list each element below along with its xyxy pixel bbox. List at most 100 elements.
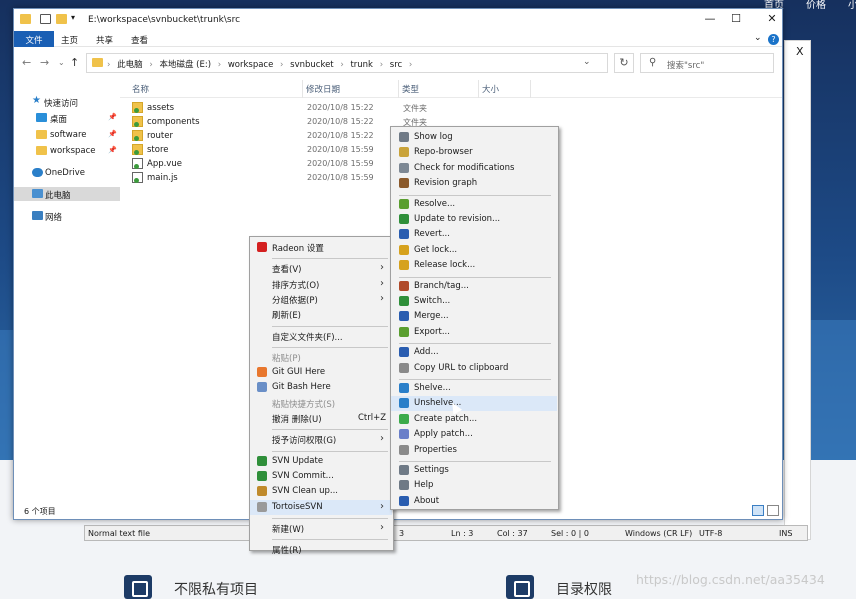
menu-item-svn-update[interactable]: SVN Update	[250, 454, 392, 469]
column-divider[interactable]	[398, 80, 399, 98]
menu-item-g[interactable]: 授予访问权限(G) ›	[250, 432, 392, 447]
table-row[interactable]: assets 2020/10/8 15:22 文件夹	[120, 101, 782, 115]
menu-item-apply-patch[interactable]: Apply patch...	[391, 427, 557, 442]
menu-item-about[interactable]: About	[391, 494, 557, 509]
chevron-right-icon: ›	[380, 521, 384, 533]
nav-item-this-pc[interactable]: 此电脑	[14, 187, 120, 201]
menu-item-revision-graph[interactable]: Revision graph	[391, 176, 557, 191]
menu-item-merge[interactable]: Merge...	[391, 309, 557, 324]
menu-item-git-bash-here[interactable]: Git Bash Here	[250, 380, 392, 395]
menu-item-settings[interactable]: Settings	[391, 463, 557, 478]
nav-link-pricing[interactable]: 价格	[806, 0, 826, 11]
menu-item-svn-commit[interactable]: SVN Commit...	[250, 469, 392, 484]
menu-item-o[interactable]: 排序方式(O) ›	[250, 277, 392, 292]
menu-item-f[interactable]: 自定义文件夹(F)...	[250, 329, 392, 344]
nav-item-software[interactable]: software 📌	[14, 128, 120, 142]
menu-item-export[interactable]: Export...	[391, 325, 557, 340]
tab-view[interactable]: 查看	[131, 34, 148, 46]
breadcrumb-drive[interactable]: 本地磁盘 (E:)	[159, 60, 211, 70]
menu-item-branch-tag[interactable]: Branch/tag...	[391, 279, 557, 294]
column-divider[interactable]	[530, 80, 531, 98]
breadcrumb-src[interactable]: src	[390, 60, 402, 70]
menu-item-unshelve[interactable]: Unshelve...	[391, 396, 557, 412]
customize-toolbar-icon[interactable]: ▾	[71, 13, 75, 22]
close-icon[interactable]: X	[796, 45, 804, 58]
nav-item-workspace[interactable]: workspace 📌	[14, 144, 120, 158]
help-icon[interactable]: ?	[768, 34, 779, 45]
tab-home[interactable]: 主页	[61, 34, 78, 46]
breadcrumb-this-pc[interactable]: 此电脑	[117, 60, 143, 70]
breadcrumb-separator-icon[interactable]: ›	[149, 60, 152, 70]
menu-item-label: Check for modifications	[414, 162, 515, 173]
breadcrumb-separator-icon[interactable]: ›	[107, 60, 110, 70]
menu-item-show-log[interactable]: Show log	[391, 130, 557, 145]
forward-arrow-icon[interactable]: →	[40, 56, 49, 69]
menu-item-w[interactable]: 新建(W) ›	[250, 521, 392, 536]
breadcrumb-separator-icon[interactable]: ›	[280, 60, 283, 70]
chevron-down-icon[interactable]: ⌄	[58, 58, 65, 67]
nav-link-more[interactable]: 小	[848, 0, 856, 11]
tab-file[interactable]: 文件	[14, 31, 54, 47]
column-size[interactable]: 大小	[482, 83, 499, 95]
menu-item-get-lock[interactable]: Get lock...	[391, 243, 557, 258]
menu-item-r[interactable]: 属性(R)	[250, 542, 392, 557]
large-icons-view-icon[interactable]	[767, 505, 779, 516]
close-icon[interactable]: ✕	[762, 12, 782, 25]
menu-item-resolve[interactable]: Resolve...	[391, 197, 557, 212]
menu-item-svn-clean-up[interactable]: SVN Clean up...	[250, 484, 392, 499]
maximize-icon[interactable]: ☐	[726, 12, 746, 25]
menu-item-update-to-revision[interactable]: Update to revision...	[391, 212, 557, 227]
menu-item-tortoisesvn[interactable]: TortoiseSVN ›	[250, 499, 392, 515]
menu-item-s[interactable]: 粘贴快捷方式(S)	[250, 396, 392, 411]
address-bar[interactable]: › 此电脑 › 本地磁盘 (E:) › workspace › svnbucke…	[86, 53, 608, 73]
menu-item-shelve[interactable]: Shelve...	[391, 381, 557, 396]
title-bar[interactable]: ▾ E:\workspace\svnbucket\trunk\src — ☐ ✕	[14, 9, 782, 31]
minimize-icon[interactable]: —	[700, 12, 720, 25]
chevron-down-icon[interactable]: ⌄	[583, 57, 591, 67]
new-folder-icon[interactable]	[56, 14, 67, 24]
menu-item-v[interactable]: 查看(V) ›	[250, 261, 392, 276]
column-date[interactable]: 修改日期	[306, 83, 340, 95]
menu-item-u[interactable]: 撤消 删除(U) Ctrl+Z	[250, 411, 392, 426]
menu-item-revert[interactable]: Revert...	[391, 227, 557, 242]
menu-item-create-patch[interactable]: Create patch...	[391, 412, 557, 427]
menu-item-help[interactable]: Help	[391, 478, 557, 493]
chevron-down-icon[interactable]: ⌄	[754, 33, 762, 43]
menu-item-p[interactable]: 分组依据(P) ›	[250, 292, 392, 307]
back-arrow-icon[interactable]: ←	[22, 56, 31, 69]
menu-item-add[interactable]: Add...	[391, 345, 557, 360]
column-type[interactable]: 类型	[402, 83, 419, 95]
nav-item-onedrive[interactable]: OneDrive	[14, 166, 120, 180]
menu-item-e[interactable]: 刷新(E)	[250, 307, 392, 322]
search-box[interactable]: ⚲ 搜索"src"	[640, 53, 774, 73]
breadcrumb-separator-icon[interactable]: ›	[409, 60, 412, 70]
menu-item-switch[interactable]: Switch...	[391, 294, 557, 309]
menu-item-repo-browser[interactable]: Repo-browser	[391, 145, 557, 160]
breadcrumb-trunk[interactable]: trunk	[350, 60, 373, 70]
column-divider[interactable]	[478, 80, 479, 98]
details-view-icon[interactable]	[752, 505, 764, 516]
menu-item-check-for-modifications[interactable]: Check for modifications	[391, 161, 557, 176]
menu-item-git-gui-here[interactable]: Git GUI Here	[250, 365, 392, 380]
breadcrumb-workspace[interactable]: workspace	[228, 60, 274, 70]
breadcrumb-svnbucket[interactable]: svnbucket	[290, 60, 333, 70]
menu-item-properties[interactable]: Properties	[391, 443, 557, 458]
breadcrumb-separator-icon[interactable]: ›	[340, 60, 343, 70]
refresh-icon[interactable]: ↻	[614, 53, 634, 73]
menu-item-p[interactable]: 粘贴(P)	[250, 350, 392, 365]
column-name[interactable]: 名称	[132, 83, 149, 95]
column-divider[interactable]	[302, 80, 303, 98]
menu-item-copy-url-to-clipboard[interactable]: Copy URL to clipboard	[391, 361, 557, 376]
chevron-right-icon: ›	[380, 277, 384, 289]
up-arrow-icon[interactable]: ↑	[70, 56, 79, 69]
nav-item-quick-access[interactable]: ★ 快速访问	[14, 95, 120, 109]
nav-item-network[interactable]: 网络	[14, 209, 120, 223]
tab-share[interactable]: 共享	[96, 34, 113, 46]
nav-item-desktop[interactable]: 桌面 📌	[14, 111, 120, 125]
properties-icon[interactable]	[40, 14, 51, 24]
menu-item-radeon[interactable]: Radeon 设置	[250, 240, 392, 255]
breadcrumb-separator-icon[interactable]: ›	[380, 60, 383, 70]
menu-item-release-lock[interactable]: Release lock...	[391, 258, 557, 273]
background-window[interactable]: X	[784, 40, 811, 540]
breadcrumb-separator-icon[interactable]: ›	[218, 60, 221, 70]
